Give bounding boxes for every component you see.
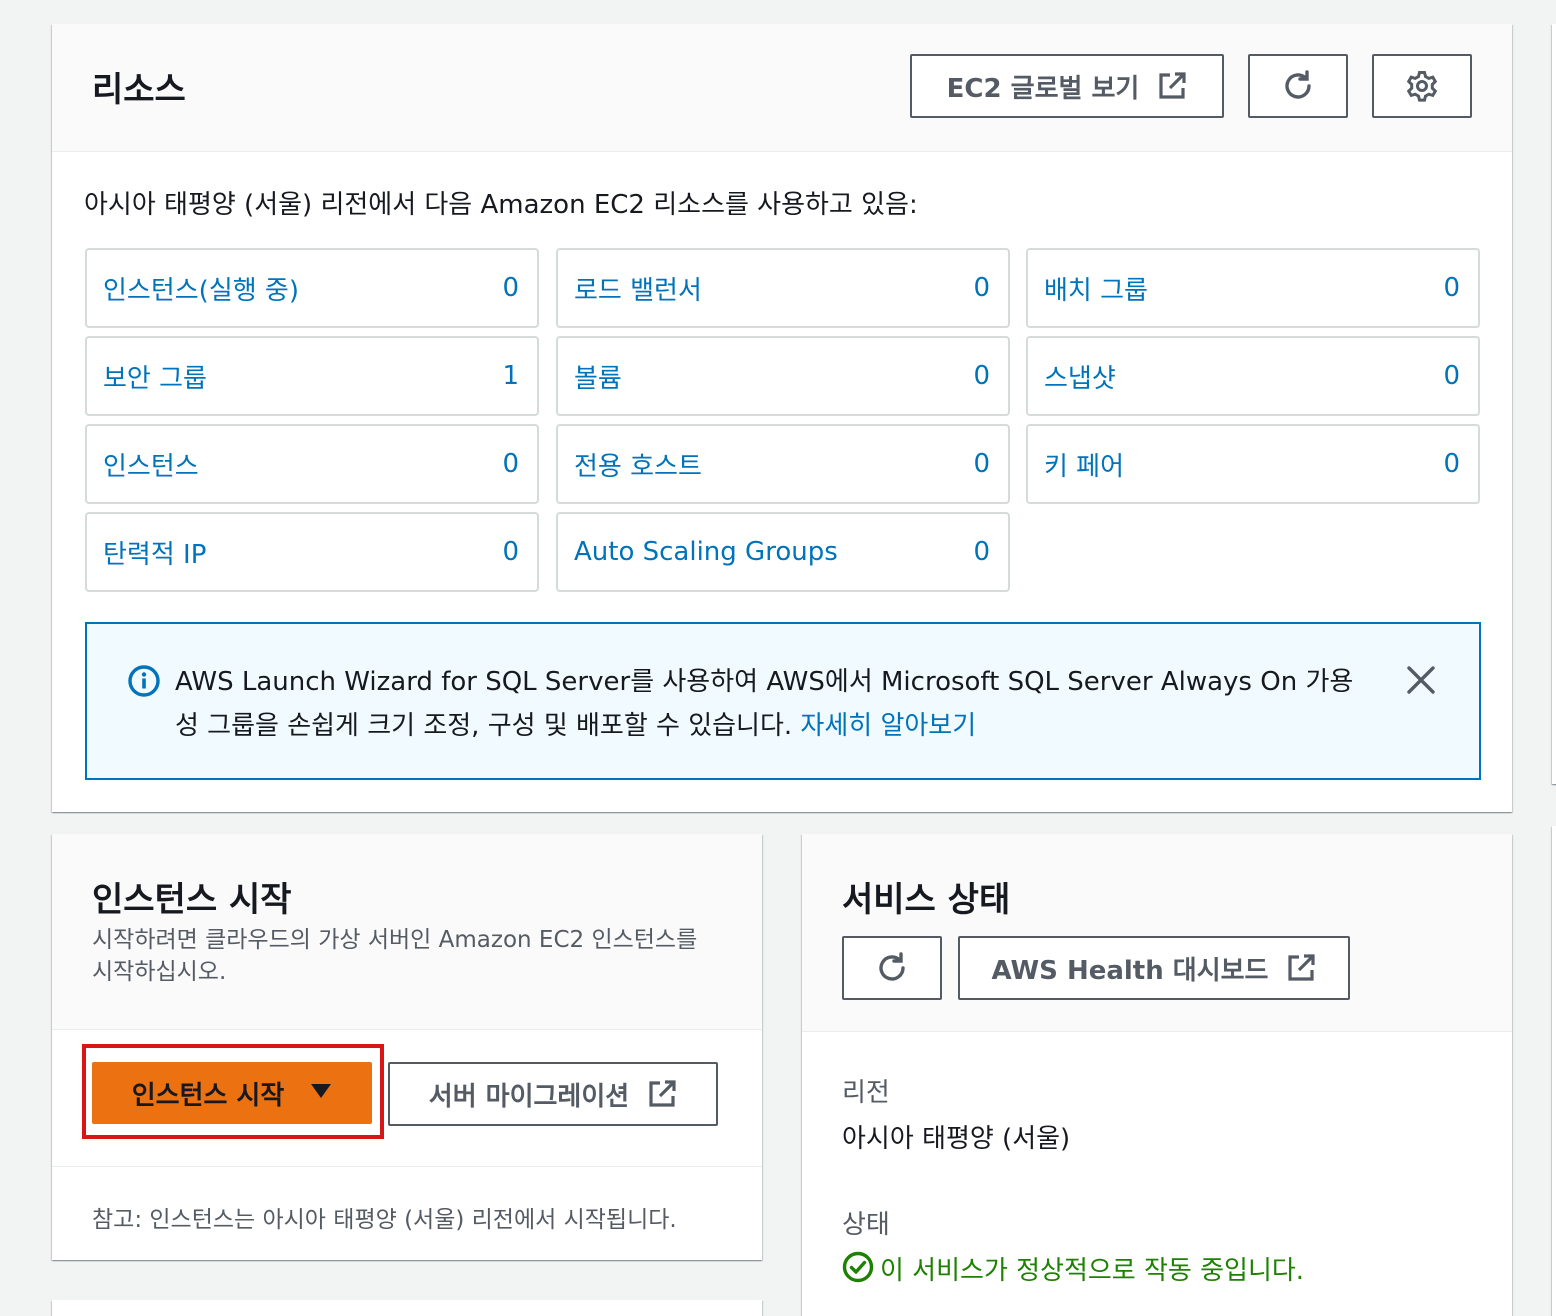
service-health-header: 서비스 상태 AWS Health 대시보드 [802, 834, 1512, 1032]
resource-load-balancers[interactable]: 로드 밸런서 0 [556, 248, 1010, 328]
launch-instance-header: 인스턴스 시작 시작하려면 클라우드의 가상 서버인 Amazon EC2 인스… [52, 834, 762, 1030]
resource-count: 0 [973, 537, 990, 567]
adjacent-panel-bottom [1552, 826, 1556, 1316]
gear-icon [1405, 69, 1439, 103]
resource-count: 0 [502, 449, 519, 479]
resource-auto-scaling-groups[interactable]: Auto Scaling Groups 0 [556, 512, 1010, 592]
server-migration-label: 서버 마이그레이션 [428, 1081, 630, 1112]
success-check-icon [842, 1251, 874, 1287]
launch-instance-button-label: 인스턴스 시작 [131, 1080, 285, 1111]
resource-count: 0 [1443, 273, 1460, 303]
service-health-refresh-button[interactable] [842, 936, 942, 1000]
resource-count: 0 [973, 449, 990, 479]
launch-instance-panel: 인스턴스 시작 시작하려면 클라우드의 가상 서버인 Amazon EC2 인스… [52, 834, 762, 1260]
resource-instances[interactable]: 인스턴스 0 [85, 424, 539, 504]
status-value: 이 서비스가 정상적으로 작동 중입니다. [842, 1250, 1304, 1287]
resource-count: 1 [502, 361, 519, 391]
resource-label: 전용 호스트 [574, 451, 702, 482]
aws-health-dashboard-button[interactable]: AWS Health 대시보드 [958, 936, 1350, 1000]
resource-count: 0 [1443, 449, 1460, 479]
region-value: 아시아 태평양 (서울) [842, 1124, 1071, 1154]
launch-instance-title: 인스턴스 시작 [92, 880, 292, 920]
resource-label: Auto Scaling Groups [574, 537, 838, 567]
adjacent-panel-top [1552, 24, 1556, 784]
server-migration-button[interactable]: 서버 마이그레이션 [388, 1062, 718, 1126]
next-panel [52, 1300, 762, 1316]
region-label: 리전 [842, 1078, 890, 1108]
refresh-icon [1281, 69, 1315, 103]
info-alert: AWS Launch Wizard for SQL Server를 사용하여 A… [85, 622, 1481, 780]
external-link-icon [1286, 953, 1316, 983]
launch-footer-divider [52, 1166, 762, 1167]
resource-label: 스냅샷 [1044, 363, 1116, 394]
resource-placement-groups[interactable]: 배치 그룹 0 [1026, 248, 1480, 328]
resource-label: 로드 밸런서 [574, 275, 702, 306]
info-message: AWS Launch Wizard for SQL Server를 사용하여 A… [175, 660, 1375, 748]
resources-panel: 리소스 EC2 글로벌 보기 아시아 태평양 (서울) 리전에서 다음 Amaz… [52, 24, 1512, 812]
external-link-icon [1157, 71, 1187, 101]
resource-elastic-ips[interactable]: 탄력적 IP 0 [85, 512, 539, 592]
resources-header: 리소스 EC2 글로벌 보기 [52, 24, 1512, 152]
resource-count: 0 [502, 537, 519, 567]
resource-count: 0 [973, 361, 990, 391]
refresh-button[interactable] [1248, 54, 1348, 118]
launch-region-note: 참고: 인스턴스는 아시아 태평양 (서울) 리전에서 시작됩니다. [92, 1207, 677, 1233]
close-icon[interactable] [1405, 664, 1437, 700]
resources-description: 아시아 태평양 (서울) 리전에서 다음 Amazon EC2 리소스를 사용하… [84, 190, 918, 220]
launch-instance-description: 시작하려면 클라우드의 가상 서버인 Amazon EC2 인스턴스를 시작하십… [92, 927, 698, 985]
info-icon [127, 664, 161, 702]
settings-button[interactable] [1372, 54, 1472, 118]
resource-instances-running[interactable]: 인스턴스(실행 중) 0 [85, 248, 539, 328]
resource-label: 볼륨 [574, 363, 622, 394]
ec2-global-view-button[interactable]: EC2 글로벌 보기 [910, 54, 1224, 118]
external-link-icon [647, 1079, 677, 1109]
resource-label: 탄력적 IP [103, 539, 207, 570]
resource-volumes[interactable]: 볼륨 0 [556, 336, 1010, 416]
ec2-global-view-label: EC2 글로벌 보기 [946, 73, 1140, 104]
resource-label: 배치 그룹 [1044, 275, 1148, 306]
resource-snapshots[interactable]: 스냅샷 0 [1026, 336, 1480, 416]
resource-dedicated-hosts[interactable]: 전용 호스트 0 [556, 424, 1010, 504]
resources-title: 리소스 [92, 70, 186, 110]
refresh-icon [875, 951, 909, 985]
resource-key-pairs[interactable]: 키 페어 0 [1026, 424, 1480, 504]
service-health-panel: 서비스 상태 AWS Health 대시보드 리전 아시아 태평양 (서울) 상… [802, 834, 1512, 1316]
resource-label: 인스턴스 [103, 451, 199, 482]
resource-count: 0 [973, 273, 990, 303]
caret-down-icon [310, 1082, 332, 1104]
resource-label: 키 페어 [1044, 451, 1125, 482]
resource-count: 0 [502, 273, 519, 303]
learn-more-link[interactable]: 자세히 알아보기 [800, 711, 976, 741]
aws-health-dashboard-label: AWS Health 대시보드 [991, 955, 1269, 986]
status-label: 상태 [842, 1210, 890, 1240]
status-value-text: 이 서비스가 정상적으로 작동 중입니다. [880, 1256, 1305, 1286]
resource-label: 인스턴스(실행 중) [103, 275, 299, 306]
launch-instance-button[interactable]: 인스턴스 시작 [92, 1062, 372, 1124]
info-message-text: AWS Launch Wizard for SQL Server를 사용하여 A… [175, 667, 1354, 741]
resource-label: 보안 그룹 [103, 363, 207, 394]
service-health-title: 서비스 상태 [842, 880, 1011, 920]
resource-security-groups[interactable]: 보안 그룹 1 [85, 336, 539, 416]
resource-count: 0 [1443, 361, 1460, 391]
